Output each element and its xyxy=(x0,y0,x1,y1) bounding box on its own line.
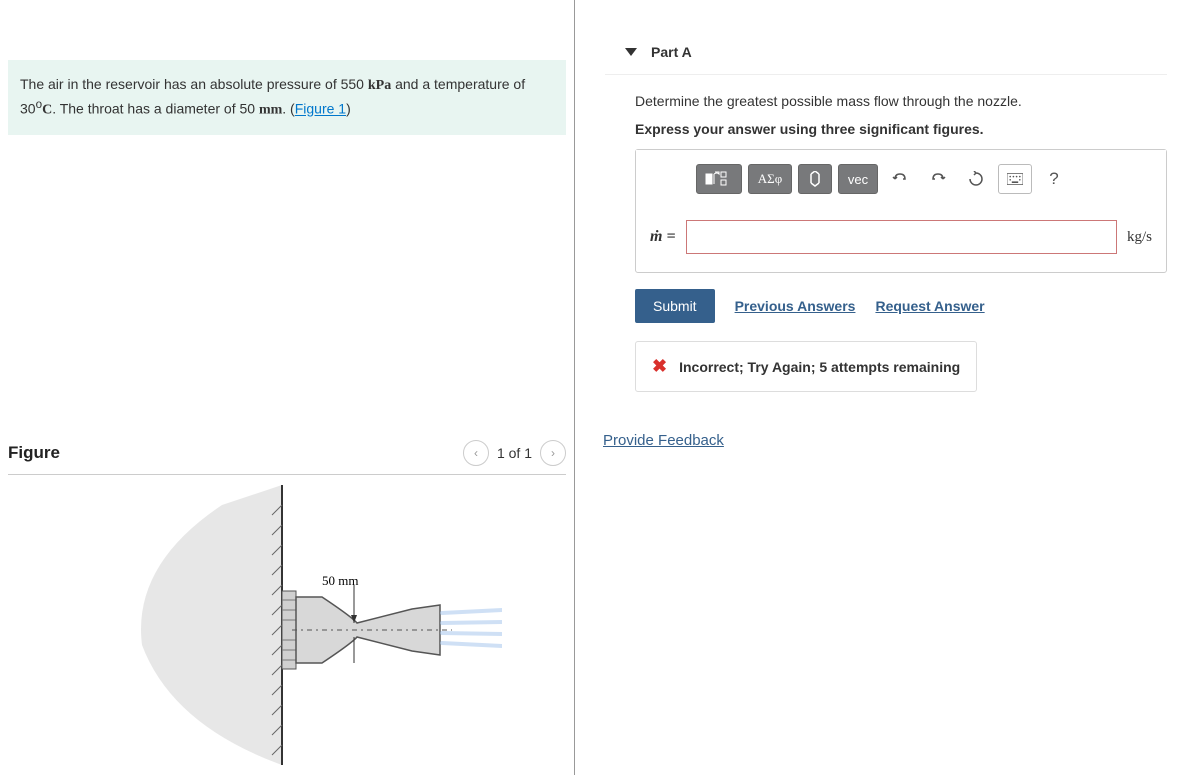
template-button[interactable] xyxy=(696,164,742,194)
figure-prev-button[interactable]: ‹ xyxy=(463,440,489,466)
figure-body[interactable]: 50 mm xyxy=(8,475,566,775)
problem-text-3: . The throat has a diameter of 50 xyxy=(52,101,259,117)
figure-link[interactable]: Figure 1 xyxy=(295,101,346,117)
greek-button[interactable]: ΑΣφ xyxy=(748,164,792,194)
problem-statement: The air in the reservoir has an absolute… xyxy=(8,60,566,135)
input-row: ṁ = kg/s xyxy=(636,208,1166,272)
variable-label: ṁ = xyxy=(650,228,676,246)
throat-dimension-label: 50 mm xyxy=(322,573,358,588)
request-answer-link[interactable]: Request Answer xyxy=(875,298,984,314)
part-header[interactable]: Part A xyxy=(605,30,1167,75)
previous-answers-link[interactable]: Previous Answers xyxy=(735,298,856,314)
diameter-unit: mm xyxy=(259,103,282,118)
undo-button[interactable] xyxy=(884,164,916,194)
figure-svg-wrap: 50 mm xyxy=(72,485,502,765)
unit-label: kg/s xyxy=(1127,229,1152,246)
feedback-box: ✖ Incorrect; Try Again; 5 attempts remai… xyxy=(635,341,977,392)
instruction-text: Express your answer using three signific… xyxy=(635,121,1167,137)
figure-next-button[interactable]: › xyxy=(540,440,566,466)
prompt-text: Determine the greatest possible mass flo… xyxy=(635,93,1167,109)
problem-text-4: . ( xyxy=(282,101,294,117)
subscript-button[interactable] xyxy=(798,164,832,194)
feedback-text: Incorrect; Try Again; 5 attempts remaini… xyxy=(679,359,960,375)
part-body: Determine the greatest possible mass flo… xyxy=(575,75,1177,432)
figure-section: Figure ‹ 1 of 1 › xyxy=(0,432,574,775)
collapse-icon xyxy=(625,48,637,56)
left-panel: The air in the reservoir has an absolute… xyxy=(0,0,575,775)
vector-button[interactable]: vec xyxy=(838,164,878,194)
submit-button[interactable]: Submit xyxy=(635,289,715,323)
temp-unit: C xyxy=(42,103,52,118)
right-panel: Part A Determine the greatest possible m… xyxy=(575,0,1177,775)
figure-count: 1 of 1 xyxy=(497,445,532,461)
action-row: Submit Previous Answers Request Answer xyxy=(635,289,1167,323)
answer-box: ΑΣφ vec ? ṁ = xyxy=(635,149,1167,273)
help-button[interactable]: ? xyxy=(1038,164,1070,194)
problem-text-1: The air in the reservoir has an absolute… xyxy=(20,76,368,92)
provide-feedback-link[interactable]: Provide Feedback xyxy=(603,432,724,449)
figure-nav: ‹ 1 of 1 › xyxy=(463,440,566,466)
incorrect-icon: ✖ xyxy=(652,356,667,377)
nozzle-diagram: 50 mm xyxy=(72,485,502,765)
figure-title: Figure xyxy=(8,443,60,463)
reset-button[interactable] xyxy=(960,164,992,194)
pressure-unit: kPa xyxy=(368,78,391,93)
keyboard-button[interactable] xyxy=(998,164,1032,194)
close-paren: ) xyxy=(346,101,351,117)
figure-header: Figure ‹ 1 of 1 › xyxy=(8,432,566,475)
answer-input[interactable] xyxy=(686,220,1117,254)
redo-button[interactable] xyxy=(922,164,954,194)
part-title: Part A xyxy=(651,44,692,60)
answer-toolbar: ΑΣφ vec ? xyxy=(636,150,1166,208)
